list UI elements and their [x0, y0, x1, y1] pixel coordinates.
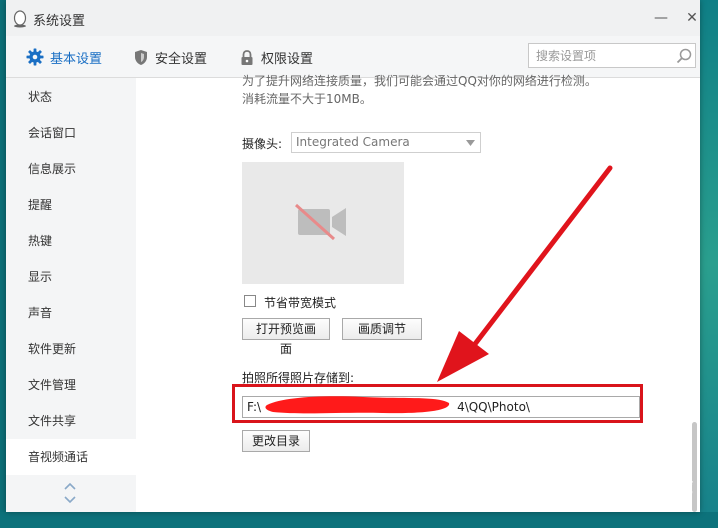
chevron-up-icon[interactable]: [62, 480, 78, 492]
tab-basic-settings[interactable]: 基本设置: [26, 36, 102, 78]
sidebar-item-display[interactable]: 显示: [6, 259, 136, 295]
watermark-brand: Baidu: [547, 463, 649, 498]
qq-penguin-icon: [13, 10, 27, 28]
change-directory-button[interactable]: 更改目录: [242, 430, 310, 452]
camera-off-icon: [294, 203, 346, 241]
shield-icon: [135, 49, 147, 65]
window-title: 系统设置: [33, 14, 86, 29]
settings-window: 系统设置 — ✕ 基本设置 安全设置 权限设置 搜索设置项 状态 会话窗口 信息…: [6, 0, 700, 512]
photo-path-suffix: 4\QQ\Photo\: [457, 400, 530, 414]
tab-basic-settings-label: 基本设置: [50, 51, 103, 67]
content-panel: 为了提升网络连接质量，我们可能会通过QQ对你的网络进行检测。消耗流量不大于10M…: [136, 74, 700, 512]
sidebar-item-software-update[interactable]: 软件更新: [6, 331, 136, 367]
sidebar-item-av-call[interactable]: 音视频通话: [6, 439, 136, 475]
bandwidth-mode-label: 节省带宽模式: [264, 296, 337, 310]
quality-adjust-button[interactable]: 画质调节: [342, 318, 422, 340]
sidebar-item-chat-window[interactable]: 会话窗口: [6, 115, 136, 151]
caret-down-icon: [466, 140, 475, 146]
desktop-background-right: [700, 0, 718, 528]
lock-icon: [241, 49, 253, 65]
watermark-cn: 经验: [653, 473, 693, 497]
camera-select-value: Integrated Camera: [296, 135, 410, 149]
baidu-jingyan-watermark: Baidu 经验 jingyan.baidu.com: [547, 463, 707, 521]
camera-select[interactable]: Integrated Camera: [291, 132, 481, 153]
sidebar-item-sound[interactable]: 声音: [6, 295, 136, 331]
sidebar: 状态 会话窗口 信息展示 提醒 热键 显示 声音 软件更新 文件管理 文件共享 …: [6, 78, 136, 512]
tab-security-settings[interactable]: 安全设置: [133, 36, 207, 78]
tab-security-settings-label: 安全设置: [155, 51, 208, 67]
minimize-button[interactable]: —: [651, 8, 671, 28]
sidebar-item-status[interactable]: 状态: [6, 79, 136, 115]
sidebar-item-file-sharing[interactable]: 文件共享: [6, 403, 136, 439]
gear-icon: [26, 48, 44, 66]
sidebar-item-reminders[interactable]: 提醒: [6, 187, 136, 223]
network-detection-description: 为了提升网络连接质量，我们可能会通过QQ对你的网络进行检测。消耗流量不大于10M…: [242, 74, 597, 106]
search-box: [528, 43, 696, 68]
redaction-mark: [265, 396, 450, 414]
camera-preview: [242, 162, 404, 284]
bandwidth-mode-checkbox[interactable]: [244, 295, 256, 307]
search-input[interactable]: [529, 44, 669, 67]
tab-permission-settings-label: 权限设置: [261, 51, 314, 67]
sidebar-item-info-display[interactable]: 信息展示: [6, 151, 136, 187]
watermark-url: jingyan.baidu.com: [555, 501, 656, 512]
chevron-down-icon[interactable]: [62, 494, 78, 506]
close-button[interactable]: ✕: [682, 8, 700, 28]
search-icon[interactable]: [675, 47, 693, 65]
sidebar-item-hotkeys[interactable]: 热键: [6, 223, 136, 259]
open-preview-button[interactable]: 打开预览画面: [242, 318, 330, 356]
sidebar-item-file-management[interactable]: 文件管理: [6, 367, 136, 403]
title-bar: 系统设置 — ✕: [6, 0, 700, 36]
camera-label: 摄像头:: [242, 137, 283, 151]
photo-path-prefix: F:\: [247, 400, 262, 414]
